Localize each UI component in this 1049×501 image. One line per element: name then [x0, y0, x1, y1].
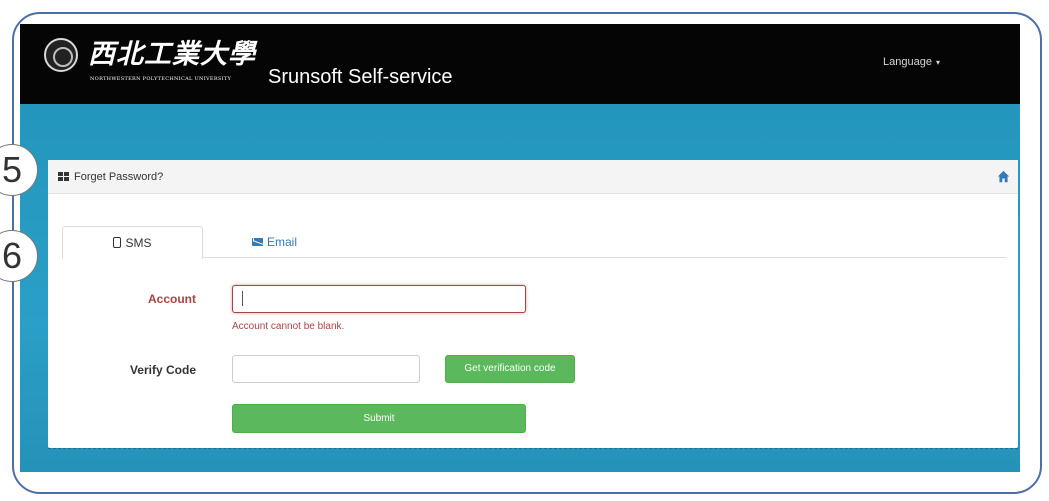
phone-icon — [113, 237, 122, 248]
caret-down-icon: ▾ — [935, 58, 940, 67]
tab-sms-label: SMS — [125, 236, 152, 250]
tab-sms[interactable]: SMS — [62, 226, 203, 259]
language-label: Language — [883, 56, 932, 68]
tab-email[interactable]: Email — [204, 226, 345, 259]
get-verification-code-button[interactable]: Get verification code — [445, 355, 575, 383]
panel-title: Forget Password? — [74, 171, 164, 183]
university-emblem-icon — [44, 38, 78, 72]
text-cursor — [242, 291, 243, 306]
forget-password-panel: Forget Password? SMS Email Account Accou… — [48, 160, 1018, 448]
submit-button[interactable]: Submit — [232, 404, 526, 433]
background-decoration — [48, 448, 1018, 470]
account-label: Account — [148, 292, 196, 306]
university-name-cn: 西北工業大學 — [88, 39, 256, 70]
method-tabs: SMS Email — [62, 226, 1006, 259]
account-error-message: Account cannot be blank. — [232, 321, 345, 332]
university-name-en: NORTHWESTERN POLYTECHNICAL UNIVERSITY — [90, 76, 232, 82]
language-dropdown[interactable]: Language ▾ — [883, 56, 940, 68]
tab-email-label: Email — [266, 235, 297, 249]
top-navbar: 西北工業大學 NORTHWESTERN POLYTECHNICAL UNIVER… — [20, 24, 1020, 104]
verify-code-input[interactable] — [232, 355, 420, 383]
home-icon[interactable] — [997, 170, 1010, 183]
grid-icon — [58, 172, 69, 182]
account-input[interactable] — [232, 285, 526, 313]
verify-code-label: Verify Code — [129, 363, 196, 377]
envelope-icon — [251, 238, 263, 246]
app-title: Srunsoft Self-service — [268, 66, 453, 88]
panel-header: Forget Password? — [48, 160, 1018, 194]
